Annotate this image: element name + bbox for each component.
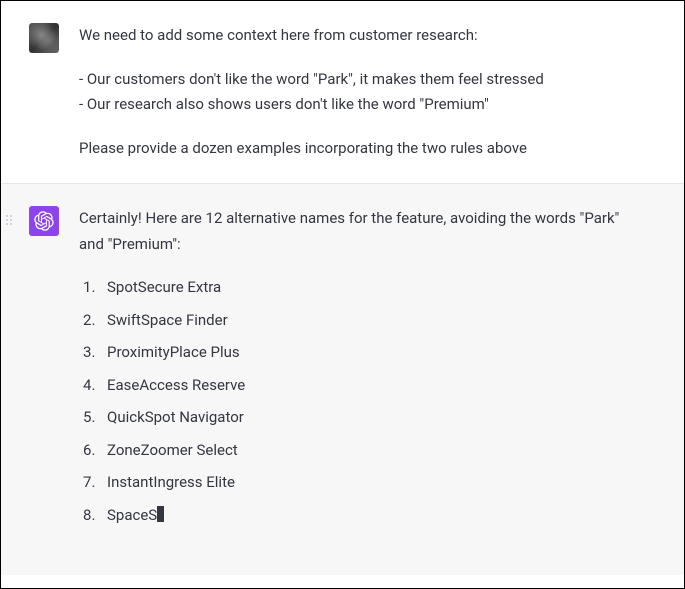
- user-intro-text: We need to add some context here from cu…: [79, 23, 646, 49]
- list-item: ProximityPlace Plus: [83, 340, 646, 366]
- user-message: We need to add some context here from cu…: [1, 1, 684, 184]
- list-item: SpotSecure Extra: [83, 275, 646, 301]
- assistant-wrapper: Certainly! Here are 12 alternative names…: [1, 184, 684, 575]
- list-item: SwiftSpace Finder: [83, 308, 646, 334]
- list-item: SpaceS: [83, 503, 646, 529]
- user-content: We need to add some context here from cu…: [79, 23, 656, 161]
- user-point-2: - Our research also shows users don't li…: [79, 95, 489, 113]
- list-item: QuickSpot Navigator: [83, 405, 646, 431]
- assistant-avatar: [29, 206, 59, 236]
- openai-icon: [34, 211, 54, 231]
- assistant-intro: Certainly! Here are 12 alternative names…: [79, 206, 646, 257]
- assistant-message: Certainly! Here are 12 alternative names…: [1, 184, 684, 575]
- assistant-content: Certainly! Here are 12 alternative names…: [79, 206, 656, 535]
- user-avatar: [29, 23, 59, 53]
- list-item: EaseAccess Reserve: [83, 373, 646, 399]
- user-request: Please provide a dozen examples incorpor…: [79, 136, 646, 162]
- list-item: ZoneZoomer Select: [83, 438, 646, 464]
- drag-handle-icon[interactable]: [5, 214, 13, 226]
- user-point-1: - Our customers don't like the word "Par…: [79, 70, 544, 88]
- user-points: - Our customers don't like the word "Par…: [79, 67, 646, 118]
- list-item: InstantIngress Elite: [83, 470, 646, 496]
- suggestions-list: SpotSecure Extra SwiftSpace Finder Proxi…: [79, 275, 646, 528]
- typing-cursor: [157, 506, 164, 522]
